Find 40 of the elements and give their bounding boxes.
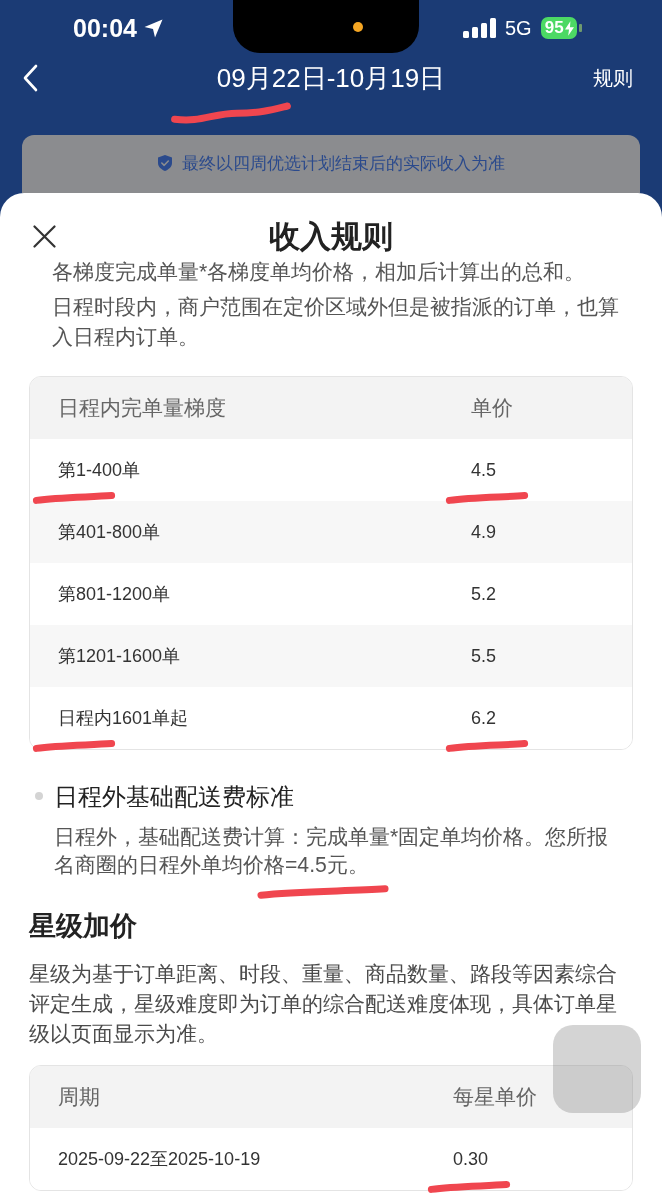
rule-paragraph: 日程时段内，商户范围在定价区域外但是被指派的订单，也算入日程内订单。: [52, 294, 620, 350]
indicator-dot-icon: [353, 21, 363, 32]
network-type: 5G: [505, 16, 532, 40]
back-button[interactable]: [22, 64, 38, 92]
column-header: 每星单价: [453, 1085, 537, 1108]
table-cell: 2025-09-22至2025-10-19: [58, 1149, 261, 1169]
shield-check-icon: [157, 155, 172, 171]
table-cell: 0.30: [453, 1149, 489, 1169]
close-icon: [33, 224, 56, 248]
rule-paragraph: 各梯度完成单量*各梯度单均价格，相加后计算出的总和。: [52, 259, 587, 285]
notice-text: 最终以四周优选计划结束后的实际收入为准: [181, 152, 505, 175]
location-arrow-icon: [143, 18, 163, 38]
sheet-title: 收入规则: [269, 218, 393, 255]
battery-tip-icon: [578, 24, 582, 32]
rule-paragraph: 星级为基于订单距离、时段、重量、商品数量、路段等因素综合评定生成，星级难度即为订单的综合配送难度体现，具体订单星级以页面显示为准。: [29, 961, 618, 1047]
column-header: 日程内完单量梯度: [58, 396, 226, 419]
table-cell: 4.9: [471, 522, 497, 542]
section-heading: 星级加价: [29, 910, 138, 943]
rules-link[interactable]: 规则: [593, 64, 633, 92]
table-cell: 第801-1200单: [58, 584, 171, 604]
close-button[interactable]: [33, 224, 56, 248]
battery-percent: 95: [544, 18, 564, 38]
table-cell: 第401-800单: [58, 522, 161, 542]
table-cell: 5.5: [471, 646, 497, 666]
table-cell: 6.2: [471, 708, 497, 728]
table-cell: 第1-400单: [58, 460, 141, 480]
rule-paragraph: 日程外，基础配送费计算：完成单量*固定单均价格。您所报名商圈的日程外单均价格=4.5元。: [54, 824, 610, 878]
section-subtitle: 日程外基础配送费标准: [54, 783, 294, 812]
table-cell: 日程内1601单起: [58, 708, 189, 728]
page-title: 09月22日-10月19日: [216, 63, 446, 93]
table-cell: 5.2: [471, 584, 497, 604]
chevron-left-icon: [22, 64, 38, 92]
bullet-dot-icon: [35, 791, 43, 800]
table-cell: 第1201-1600单: [58, 646, 181, 666]
status-time: 00:04: [73, 13, 137, 43]
lightning-bolt-icon: [564, 20, 574, 36]
column-header: 单价: [471, 396, 513, 419]
table-cell: 4.5: [471, 460, 497, 480]
signal-bars-icon: [463, 18, 496, 38]
column-header: 周期: [58, 1085, 100, 1108]
